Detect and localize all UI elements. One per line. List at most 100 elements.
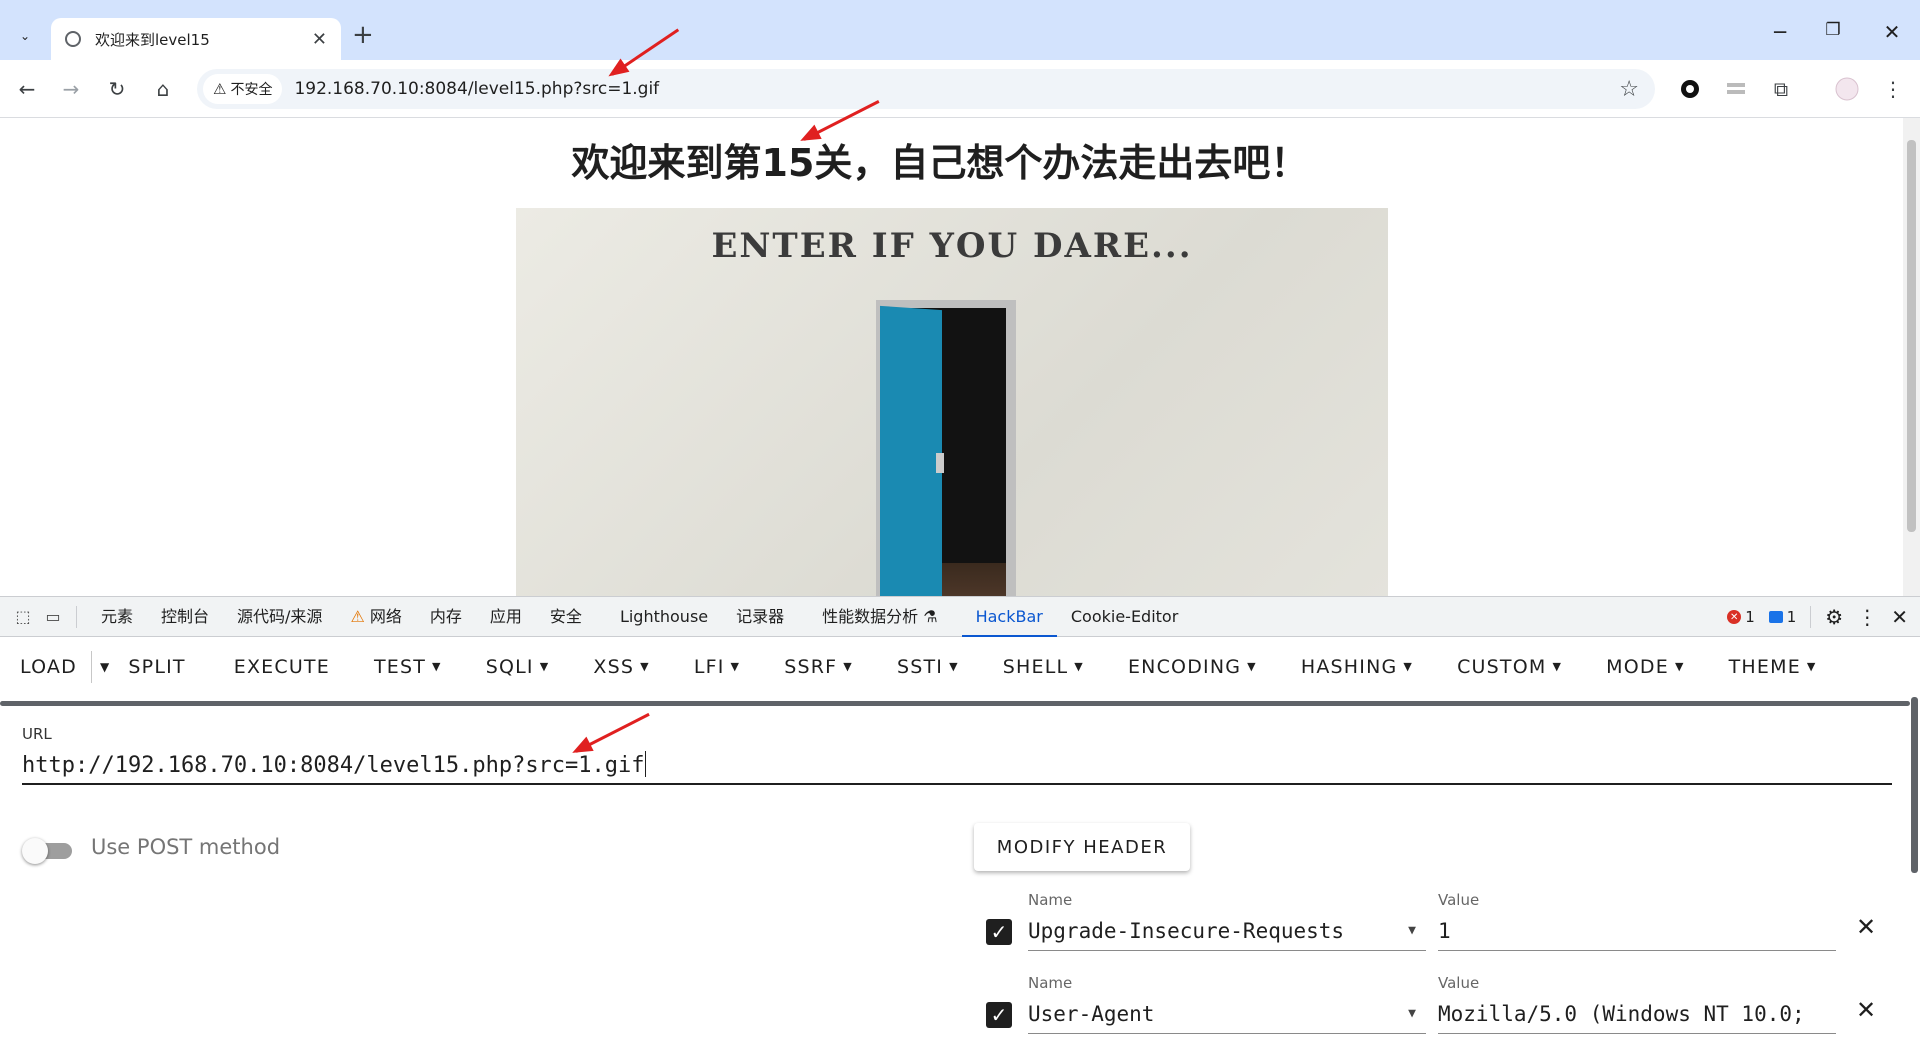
- header-enabled-checkbox[interactable]: ✓: [986, 1002, 1012, 1028]
- mode-menu[interactable]: MODE ▼: [1606, 656, 1702, 678]
- devtools-close-icon[interactable]: ✕: [1891, 605, 1908, 629]
- xss-menu[interactable]: XSS ▼: [593, 656, 667, 678]
- status-divider: [1810, 606, 1812, 628]
- header-name-value: User-Agent: [1028, 1002, 1155, 1026]
- delete-header-icon[interactable]: ✕: [1856, 913, 1876, 941]
- header-name-label: Name: [1028, 891, 1073, 909]
- menu-separator: [90, 651, 92, 683]
- door-knob: [936, 453, 944, 473]
- theme-menu[interactable]: THEME ▼: [1729, 656, 1835, 678]
- ssrf-menu[interactable]: SSRF ▼: [784, 656, 871, 678]
- devtools-tabbar: ⬚ ▭ 元素 控制台 源代码/来源 ⚠ 网络 内存 应用 安全 Lighthou…: [0, 597, 1920, 637]
- lfi-menu[interactable]: LFI ▼: [694, 656, 758, 678]
- modify-header-button[interactable]: MODIFY HEADER: [974, 823, 1190, 871]
- door-panel: [880, 305, 942, 596]
- caret-down-icon: ▼: [539, 660, 550, 673]
- tab-hackbar[interactable]: HackBar: [961, 597, 1057, 637]
- message-count: 1: [1786, 608, 1797, 626]
- globe-icon: [65, 31, 81, 47]
- tab-console[interactable]: 控制台: [147, 597, 223, 637]
- tab-performance-insights[interactable]: 性能数据分析 ⚗: [808, 597, 951, 637]
- reload-icon[interactable]: ↻: [102, 74, 132, 104]
- devtools-scrollbar[interactable]: [1908, 697, 1920, 1061]
- sqli-menu[interactable]: SQLI ▼: [486, 656, 568, 678]
- new-tab-button[interactable]: +: [352, 20, 374, 50]
- caret-down-icon: ▼: [1408, 923, 1416, 938]
- custom-menu[interactable]: CUSTOM ▼: [1457, 656, 1580, 678]
- minimize-icon[interactable]: ─: [1760, 20, 1800, 44]
- page-scrollbar[interactable]: [1903, 118, 1920, 596]
- tab-memory[interactable]: 内存: [416, 597, 476, 637]
- tab-sources[interactable]: 源代码/来源: [223, 597, 336, 637]
- encoding-menu[interactable]: ENCODING ▼: [1128, 656, 1275, 678]
- sqli-label: SQLI: [485, 656, 534, 678]
- caret-down-icon: ▼: [1674, 660, 1685, 673]
- profile-avatar[interactable]: [1834, 76, 1860, 102]
- load-dropdown-icon[interactable]: ▼: [100, 660, 110, 674]
- tab-security[interactable]: 安全: [536, 597, 596, 637]
- tab-search-dropdown-icon[interactable]: ⌄: [12, 23, 38, 49]
- execute-button[interactable]: EXECUTE: [234, 656, 348, 678]
- header-value-input[interactable]: Mozilla/5.0 (Windows NT 10.0;: [1438, 994, 1836, 1034]
- split-button[interactable]: SPLIT: [128, 656, 203, 678]
- browser-tab[interactable]: 欢迎来到level15 ✕: [51, 18, 341, 60]
- error-badge[interactable]: ✕ 1: [1727, 608, 1755, 626]
- caret-down-icon: ▼: [1806, 660, 1817, 673]
- test-menu[interactable]: TEST ▼: [374, 656, 460, 678]
- hashing-menu[interactable]: HASHING ▼: [1301, 656, 1431, 678]
- caret-down-icon: ▼: [1247, 660, 1257, 673]
- ssti-menu[interactable]: SSTI ▼: [897, 656, 977, 678]
- tab-elements[interactable]: 元素: [87, 597, 147, 637]
- post-method-toggle[interactable]: [22, 838, 74, 864]
- caret-down-icon: ▼: [1552, 660, 1563, 673]
- extensions-puzzle-icon[interactable]: ⧉: [1768, 76, 1794, 102]
- devtools-status: ✕ 1 1 ⚙ ⋮ ✕: [1727, 597, 1920, 637]
- address-bar[interactable]: ⚠ 不安全 192.168.70.10:8084/level15.php?src…: [197, 69, 1655, 109]
- delete-header-icon[interactable]: ✕: [1856, 996, 1876, 1024]
- encoding-label: ENCODING: [1127, 656, 1242, 678]
- window-close-icon[interactable]: ✕: [1872, 20, 1912, 44]
- tab-divider: [76, 605, 77, 628]
- settings-gear-icon[interactable]: ⚙: [1825, 605, 1843, 629]
- bookmark-star-icon[interactable]: ☆: [1619, 77, 1639, 102]
- address-url[interactable]: 192.168.70.10:8084/level15.php?src=1.gif: [294, 79, 659, 99]
- theme-label: THEME: [1728, 656, 1801, 678]
- devtools-menu-icon[interactable]: ⋮: [1857, 605, 1877, 629]
- restore-icon[interactable]: ❐: [1813, 20, 1853, 40]
- forward-icon[interactable]: →: [56, 74, 86, 104]
- image-caption: ENTER IF YOU DARE...: [711, 226, 1193, 266]
- tab-cookie-editor[interactable]: Cookie-Editor: [1057, 597, 1192, 637]
- load-button[interactable]: LOAD: [20, 656, 89, 678]
- url-input[interactable]: http://192.168.70.10:8084/level15.php?sr…: [22, 747, 1892, 785]
- header-enabled-checkbox[interactable]: ✓: [986, 919, 1012, 945]
- header-value-input[interactable]: 1: [1438, 911, 1836, 951]
- browser-menu-icon[interactable]: ⋮: [1880, 76, 1906, 102]
- devtools-panel: ⬚ ▭ 元素 控制台 源代码/来源 ⚠ 网络 内存 应用 安全 Lighthou…: [0, 596, 1920, 1060]
- message-badge[interactable]: 1: [1768, 608, 1797, 626]
- device-toolbar-icon[interactable]: ▭: [38, 604, 68, 630]
- browser-tab-strip: ⌄ 欢迎来到level15 ✕ + ─ ❐ ✕: [0, 0, 1920, 60]
- extension-hackbar-icon[interactable]: [1723, 76, 1749, 102]
- caret-down-icon: ▼: [640, 660, 650, 673]
- page-scrollbar-thumb[interactable]: [1907, 140, 1916, 532]
- browser-toolbar: ← → ↻ ⌂ ⚠ 不安全 192.168.70.10:8084/level15…: [0, 60, 1920, 118]
- door-image: ENTER IF YOU DARE...: [516, 208, 1388, 596]
- tab-application[interactable]: 应用: [476, 597, 536, 637]
- devtools-scrollbar-thumb[interactable]: [1911, 697, 1918, 873]
- back-icon[interactable]: ←: [12, 74, 42, 104]
- home-icon[interactable]: ⌂: [148, 74, 178, 104]
- tab-network[interactable]: ⚠ 网络: [336, 597, 415, 637]
- header-name-select[interactable]: Upgrade-Insecure-Requests ▼: [1028, 911, 1426, 951]
- shell-menu[interactable]: SHELL ▼: [1003, 656, 1102, 678]
- header-name-value: Upgrade-Insecure-Requests: [1028, 919, 1345, 943]
- security-chip[interactable]: ⚠ 不安全: [203, 74, 283, 104]
- header-name-select[interactable]: User-Agent ▼: [1028, 994, 1426, 1034]
- xss-label: XSS: [593, 656, 635, 678]
- tab-recorder[interactable]: 记录器: [722, 597, 798, 637]
- warning-icon: ⚠: [213, 80, 227, 98]
- tab-close-icon[interactable]: ✕: [312, 29, 327, 50]
- inspect-element-icon[interactable]: ⬚: [8, 604, 38, 630]
- tab-lighthouse[interactable]: Lighthouse: [606, 597, 722, 637]
- extension-record-icon[interactable]: [1677, 76, 1703, 102]
- caret-down-icon: ▼: [1403, 660, 1414, 673]
